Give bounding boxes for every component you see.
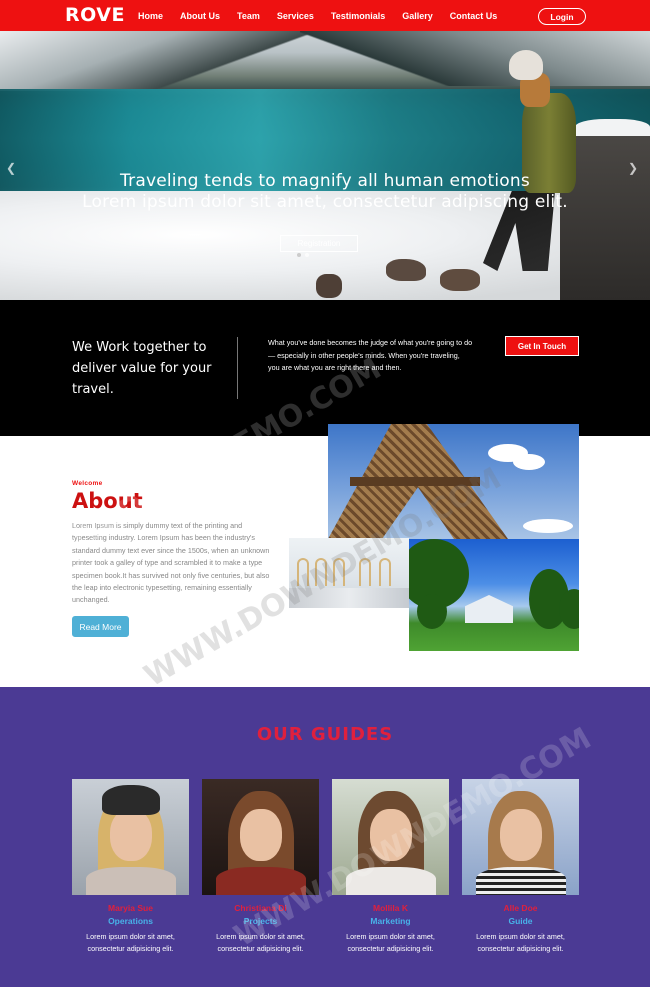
site-logo[interactable]: ROVE [65,4,125,26]
login-button[interactable]: Login [538,8,586,25]
about-text: Lorem Ipsum is simply dummy text of the … [72,521,270,605]
mosque-image [289,538,409,608]
nav-item-about[interactable]: About Us [180,11,220,21]
about-welcome: Welcome [72,480,103,487]
guide-desc: Lorem ipsum dolor sit amet, consectetur … [476,932,565,953]
nav-item-services[interactable]: Services [277,11,314,21]
hero-rock [440,269,480,291]
guides-section: OUR GUIDES Maryia Sue Operations Lorem i… [0,687,650,987]
nav-item-testimonials[interactable]: Testimonials [331,11,385,21]
hero-title-line2: Lorem ipsum dolor sit amet, consectetur … [82,192,568,212]
guide-role: Marketing [370,916,411,926]
hero-person-hat [509,50,543,80]
band-text: What you've done becomes the judge of wh… [268,338,473,372]
guide-name: Maryia Sue [108,903,153,913]
slider-dots [297,253,309,257]
guide-role: Operations [108,916,153,926]
registration-button[interactable]: Registration [280,235,358,252]
band-title: We Work together to deliver value for yo… [72,340,212,397]
guide-card: Christiana Di Projects Lorem ipsum dolor… [202,779,319,955]
value-band: We Work together to deliver value for yo… [0,300,650,436]
guide-desc: Lorem ipsum dolor sit amet, consectetur … [86,932,175,953]
park-conservatory-image [409,539,579,651]
guide-card: Mollila K Marketing Lorem ipsum dolor si… [332,779,449,955]
guide-photo [462,779,579,895]
guide-photo [202,779,319,895]
nav-item-home[interactable]: Home [138,11,163,21]
nav-item-contact[interactable]: Contact Us [450,11,498,21]
hero-rock [316,274,342,298]
main-menu: Home About Us Team Services Testimonials… [138,11,514,21]
hero-title: Traveling tends to magnify all human emo… [0,171,650,213]
guide-role: Guide [508,916,533,926]
get-in-touch-button[interactable]: Get In Touch [505,336,579,356]
hero-slider: ❮ ❯ Traveling tends to magnify all human… [0,31,650,300]
guide-card: Maryia Sue Operations Lorem ipsum dolor … [72,779,189,955]
eiffel-tower-image [328,424,579,539]
guide-photo [332,779,449,895]
slider-dot[interactable] [305,253,309,257]
slider-dot[interactable] [297,253,301,257]
guide-name: Christiana Di [234,903,287,913]
top-navbar: ROVE Home About Us Team Services Testimo… [0,0,650,31]
hero-mountain-right [300,31,650,86]
nav-item-team[interactable]: Team [237,11,260,21]
hero-title-line1: Traveling tends to magnify all human emo… [120,171,530,191]
hero-rock [386,259,426,281]
guides-title: OUR GUIDES [256,724,394,745]
guide-role: Projects [243,916,278,926]
read-more-button[interactable]: Read More [72,616,129,637]
guide-photo [72,779,189,895]
nav-item-gallery[interactable]: Gallery [402,11,433,21]
guide-card: Alle Doe Guide Lorem ipsum dolor sit ame… [462,779,579,955]
band-divider [237,337,238,399]
guide-name: Alle Doe [503,903,538,913]
guide-name: Mollila K [373,903,408,913]
about-title: About [72,489,143,513]
guide-desc: Lorem ipsum dolor sit amet, consectetur … [216,932,305,953]
guide-desc: Lorem ipsum dolor sit amet, consectetur … [346,932,435,953]
